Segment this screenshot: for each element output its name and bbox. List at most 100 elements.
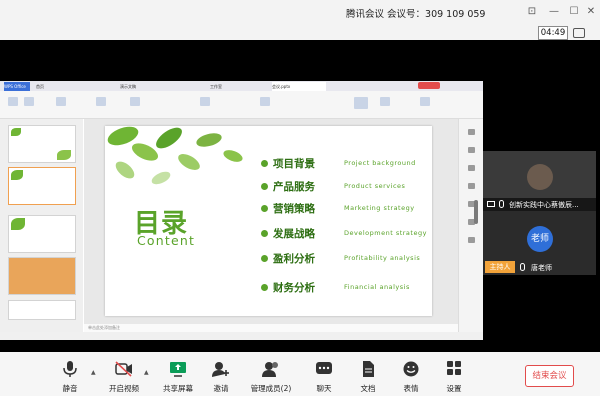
camera-off-icon xyxy=(115,361,132,377)
mute-button[interactable]: 静音 xyxy=(47,352,93,396)
slide-thumbnail[interactable] xyxy=(8,125,76,163)
leaf-graphic xyxy=(11,218,25,230)
side-tool-icon[interactable] xyxy=(468,183,475,189)
wps-tab-strip: WPS Office 首页 演示文稿 工作室 会议.pptx xyxy=(0,81,483,91)
participant-2-name: 唐老师 xyxy=(531,264,552,272)
maximize-icon[interactable]: ☐ xyxy=(567,5,581,19)
side-tool-icon[interactable] xyxy=(468,165,475,171)
invite-label: 邀请 xyxy=(213,384,229,393)
bullet-dot xyxy=(261,205,268,212)
toc-item-en: Marketing strategy xyxy=(344,204,415,212)
mic-icon xyxy=(520,263,525,271)
toc-item-en: Project background xyxy=(344,159,416,167)
wps-ribbon xyxy=(0,91,483,119)
bullet-dot xyxy=(261,284,268,291)
chevron-up-icon[interactable]: ▲ xyxy=(144,369,149,376)
bullet-dot xyxy=(261,230,268,237)
ribbon-layout-icon[interactable] xyxy=(96,97,106,106)
ribbon-new-slide-icon[interactable] xyxy=(56,97,66,106)
side-tool-icon[interactable] xyxy=(468,147,475,153)
side-tool-icon[interactable] xyxy=(468,129,475,135)
end-meeting-button[interactable]: 结束会议 xyxy=(525,365,574,387)
slide-thumbnail-selected[interactable] xyxy=(8,167,76,205)
ribbon-select-icon[interactable] xyxy=(420,97,430,106)
ribbon-font-icon[interactable] xyxy=(130,97,140,106)
wps-tab-app[interactable]: WPS Office xyxy=(4,82,30,91)
slide-thumbnail[interactable] xyxy=(8,215,76,253)
title-bar: 腾讯会议 会议号：309 109 059 ⊡ — ☐ ✕ xyxy=(0,0,600,26)
toc-item-en: Product services xyxy=(344,182,406,190)
toc-item-cn: 盈利分析 xyxy=(273,253,315,265)
ribbon-arrange-icon[interactable] xyxy=(354,97,368,109)
invite-button[interactable]: 邀请 xyxy=(198,352,244,396)
slide-title-en: Content xyxy=(137,233,196,248)
screen-share-icon xyxy=(487,201,495,207)
share-screen-label: 共享屏幕 xyxy=(163,384,193,393)
toc-item-en: Development strategy xyxy=(344,229,427,237)
mic-icon xyxy=(499,200,504,208)
video-label: 开启视频 xyxy=(109,384,139,393)
settings-label: 设置 xyxy=(446,384,462,393)
video-button[interactable]: 开启视频 xyxy=(101,352,147,396)
host-badge: 主持人 xyxy=(485,261,515,273)
ribbon-paragraph-icon[interactable] xyxy=(200,97,210,106)
documents-label: 文档 xyxy=(360,384,376,393)
document-icon xyxy=(363,361,374,377)
toc-item-cn: 营销策略 xyxy=(273,203,315,215)
bullet-dot xyxy=(261,160,268,167)
wps-status-bar xyxy=(0,332,483,340)
minimize-icon[interactable]: — xyxy=(547,5,561,19)
wps-right-toolbar xyxy=(458,119,483,332)
ribbon-find-icon[interactable] xyxy=(380,97,390,106)
grid-settings-icon xyxy=(447,361,461,375)
manage-members-button[interactable]: 管理成员(2) xyxy=(247,352,295,396)
ribbon-paste-icon[interactable] xyxy=(8,97,18,106)
wps-tab-doc[interactable]: 演示文稿 xyxy=(120,82,160,91)
meeting-title: 腾讯会议 会议号：309 109 059 xyxy=(346,9,486,20)
participant-face xyxy=(527,164,553,190)
reaction-label: 表情 xyxy=(403,384,419,393)
ribbon-cut-icon[interactable] xyxy=(24,97,34,106)
wps-login-button[interactable] xyxy=(418,82,440,89)
slide-thumbnail[interactable] xyxy=(8,257,76,295)
participant-1-nameplate: 创新实践中心蔡傲辰... xyxy=(483,198,596,211)
manage-members-label: 管理成员(2) xyxy=(250,384,292,393)
toc-item-en: Profitability analysis xyxy=(344,254,421,262)
wps-tab-home[interactable]: 首页 xyxy=(36,82,66,91)
side-tool-icon[interactable] xyxy=(468,237,475,243)
avatar[interactable]: 老师 xyxy=(527,226,553,252)
notes-field[interactable]: 单击此处添加备注 xyxy=(84,324,458,332)
wps-tab-pptx[interactable]: 会议.pptx xyxy=(272,82,326,91)
timer-bar xyxy=(0,26,600,40)
leaf-graphic xyxy=(11,170,23,180)
leaves-graphic xyxy=(107,126,243,185)
chevron-up-icon[interactable]: ▲ xyxy=(91,369,96,376)
settings-button[interactable]: 设置 xyxy=(431,352,477,396)
close-icon[interactable]: ✕ xyxy=(584,5,598,19)
chat-icon xyxy=(316,362,332,374)
pin-icon[interactable]: ⊡ xyxy=(525,5,539,19)
participant-1-name: 创新实践中心蔡傲辰... xyxy=(509,201,579,209)
documents-button[interactable]: 文档 xyxy=(345,352,391,396)
toc-item-cn: 发展战略 xyxy=(273,228,315,240)
wps-tab-studio[interactable]: 工作室 xyxy=(210,82,250,91)
reaction-button[interactable]: 表情 xyxy=(388,352,434,396)
members-icon xyxy=(262,362,278,377)
ribbon-shape-icon[interactable] xyxy=(260,97,270,106)
chat-button[interactable]: 聊天 xyxy=(301,352,347,396)
toc-item-cn: 项目背景 xyxy=(273,158,315,170)
bullet-dot xyxy=(261,183,268,190)
toc-item-cn: 财务分析 xyxy=(273,282,315,294)
slide-thumbnail-panel xyxy=(0,119,83,332)
mute-label: 静音 xyxy=(62,384,78,393)
layout-icon[interactable] xyxy=(573,28,585,38)
slide-thumbnail[interactable] xyxy=(8,300,76,320)
share-screen-button[interactable]: 共享屏幕 xyxy=(155,352,201,396)
panel-scrollbar[interactable] xyxy=(474,200,478,224)
microphone-icon xyxy=(63,361,77,377)
toc-item-cn: 产品服务 xyxy=(273,181,315,193)
chat-label: 聊天 xyxy=(316,384,332,393)
meeting-timer: 04:49 xyxy=(538,26,568,40)
smile-icon xyxy=(403,361,419,377)
bullet-dot xyxy=(261,255,268,262)
